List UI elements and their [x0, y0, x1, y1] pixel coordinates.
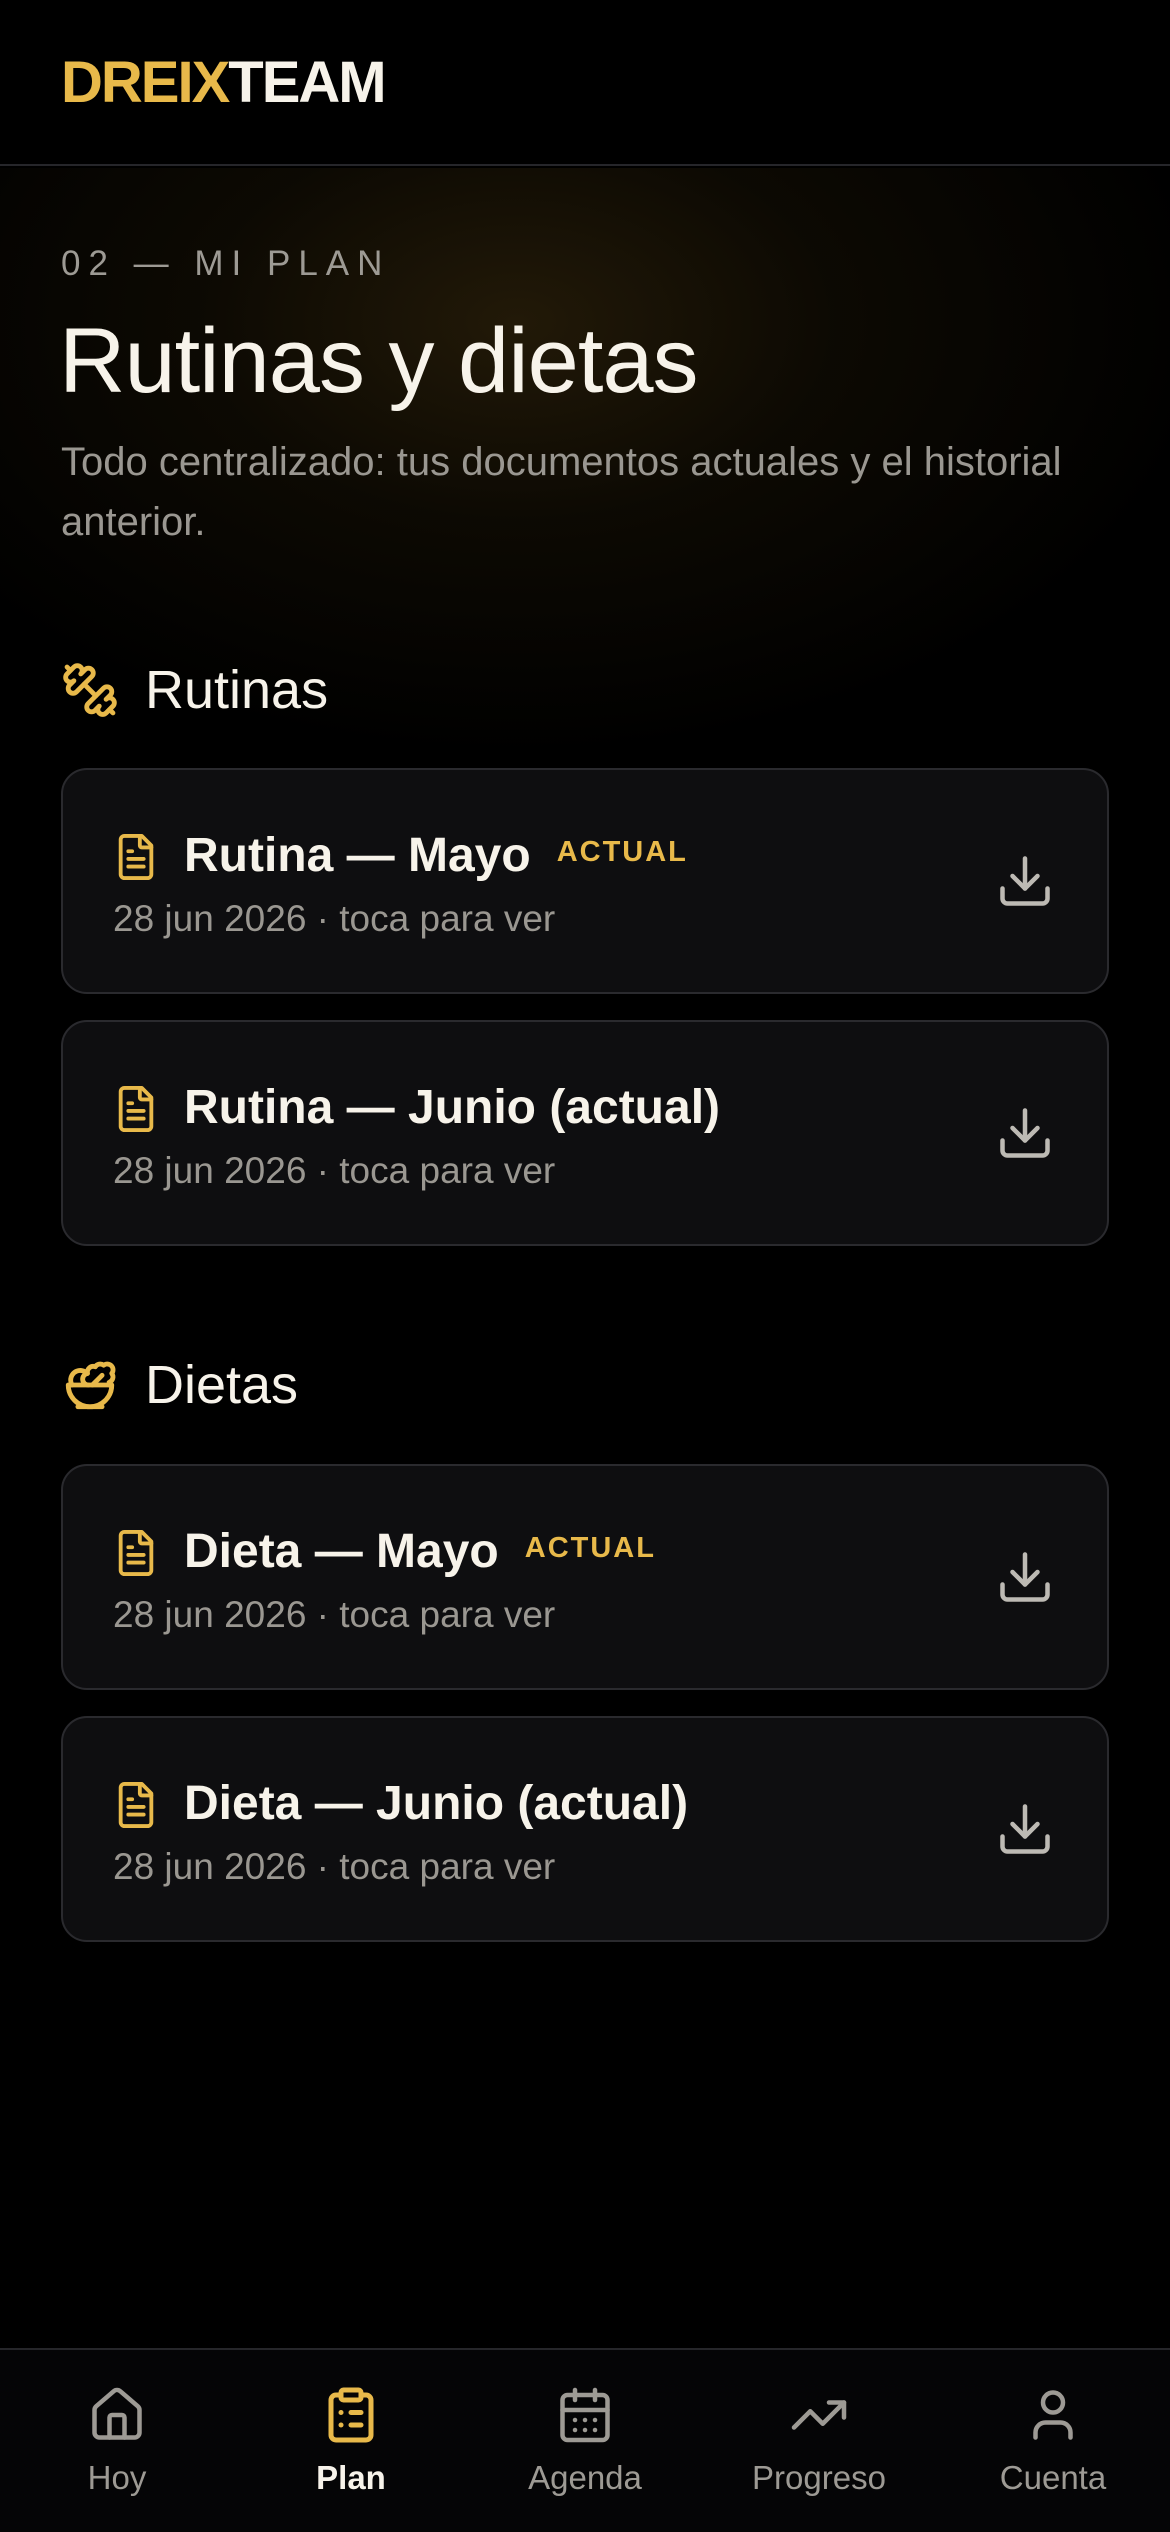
- status-badge: ACTUAL: [556, 836, 688, 868]
- nav-item-label: Plan: [316, 2459, 386, 2496]
- doc-card-rutina-junio[interactable]: Rutina — Junio (actual) 28 jun 2026 · to…: [61, 1020, 1109, 1246]
- doc-card-dieta-junio[interactable]: Dieta — Junio (actual) 28 jun 2026 · toc…: [61, 1716, 1109, 1942]
- nav-item-label: Progreso: [752, 2459, 886, 2496]
- page-title: Rutinas y dietas: [59, 310, 699, 412]
- top-bar: DREIXTEAM: [0, 0, 1170, 166]
- status-badge: ACTUAL: [524, 1532, 656, 1564]
- salad-bowl-icon: [61, 1356, 119, 1414]
- page-subtitle: Todo centralizado: tus documentos actual…: [61, 440, 1062, 544]
- nav-item-label: Hoy: [87, 2459, 147, 2496]
- doc-card-meta: 28 jun 2026 · toca para ver: [113, 1846, 556, 1887]
- nav-item-hoy[interactable]: Hoy: [0, 2350, 234, 2532]
- file-text-icon: [113, 1528, 159, 1578]
- doc-card-meta: 28 jun 2026 · toca para ver: [113, 1150, 556, 1191]
- file-text-icon: [113, 1780, 159, 1830]
- section-dietas-header: Dietas: [61, 1350, 298, 1420]
- trending-up-icon: [788, 2384, 850, 2446]
- doc-card-dieta-mayo[interactable]: Dieta — Mayo ACTUAL 28 jun 2026 · toca p…: [61, 1464, 1109, 1690]
- download-icon[interactable]: [995, 849, 1055, 913]
- page-kicker: 02 — MI PLAN: [61, 244, 391, 283]
- file-text-icon: [113, 832, 159, 882]
- doc-card-meta: 28 jun 2026 · toca para ver: [113, 1594, 556, 1635]
- calendar-icon: [554, 2384, 616, 2446]
- doc-card-title-text: Dieta — Mayo: [184, 1525, 499, 1578]
- nav-item-agenda[interactable]: Agenda: [468, 2350, 702, 2532]
- brand-logo-part1: DREIX: [61, 50, 230, 115]
- nav-item-progreso[interactable]: Progreso: [702, 2350, 936, 2532]
- bottom-nav: Hoy Plan Agenda Progreso Cuenta: [0, 2348, 1170, 2532]
- home-icon: [86, 2384, 148, 2446]
- user-icon: [1022, 2384, 1084, 2446]
- doc-card-title-text: Rutina — Mayo: [184, 829, 531, 882]
- section-rutinas-header: Rutinas: [61, 655, 328, 725]
- dumbbell-icon: [61, 661, 119, 719]
- nav-item-plan[interactable]: Plan: [234, 2350, 468, 2532]
- doc-card-meta: 28 jun 2026 · toca para ver: [113, 898, 556, 939]
- nav-item-cuenta[interactable]: Cuenta: [936, 2350, 1170, 2532]
- doc-card-rutina-mayo[interactable]: Rutina — Mayo ACTUAL 28 jun 2026 · toca …: [61, 768, 1109, 994]
- brand-logo-part2: TEAM: [228, 50, 386, 115]
- download-icon[interactable]: [995, 1101, 1055, 1165]
- nav-item-label: Cuenta: [999, 2459, 1107, 2496]
- clipboard-icon: [320, 2384, 382, 2446]
- doc-card-title-text: Dieta — Junio (actual): [184, 1777, 689, 1830]
- doc-card-title: Rutina — Mayo ACTUAL: [184, 826, 688, 886]
- app-root: DREIXTEAM 02 — MI PLAN Rutinas y dietas …: [0, 0, 1170, 2532]
- brand-logo[interactable]: DREIXTEAM: [61, 50, 387, 116]
- download-icon[interactable]: [995, 1797, 1055, 1861]
- doc-card-title-text: Rutina — Junio (actual): [184, 1081, 721, 1134]
- doc-card-title: Rutina — Junio (actual): [184, 1078, 720, 1138]
- doc-card-title: Dieta — Mayo ACTUAL: [184, 1522, 656, 1582]
- section-rutinas-title: Rutinas: [145, 660, 329, 720]
- doc-card-title: Dieta — Junio (actual): [184, 1774, 688, 1834]
- download-icon[interactable]: [995, 1545, 1055, 1609]
- section-dietas-title: Dietas: [145, 1355, 299, 1415]
- file-text-icon: [113, 1084, 159, 1134]
- nav-item-label: Agenda: [528, 2459, 642, 2496]
